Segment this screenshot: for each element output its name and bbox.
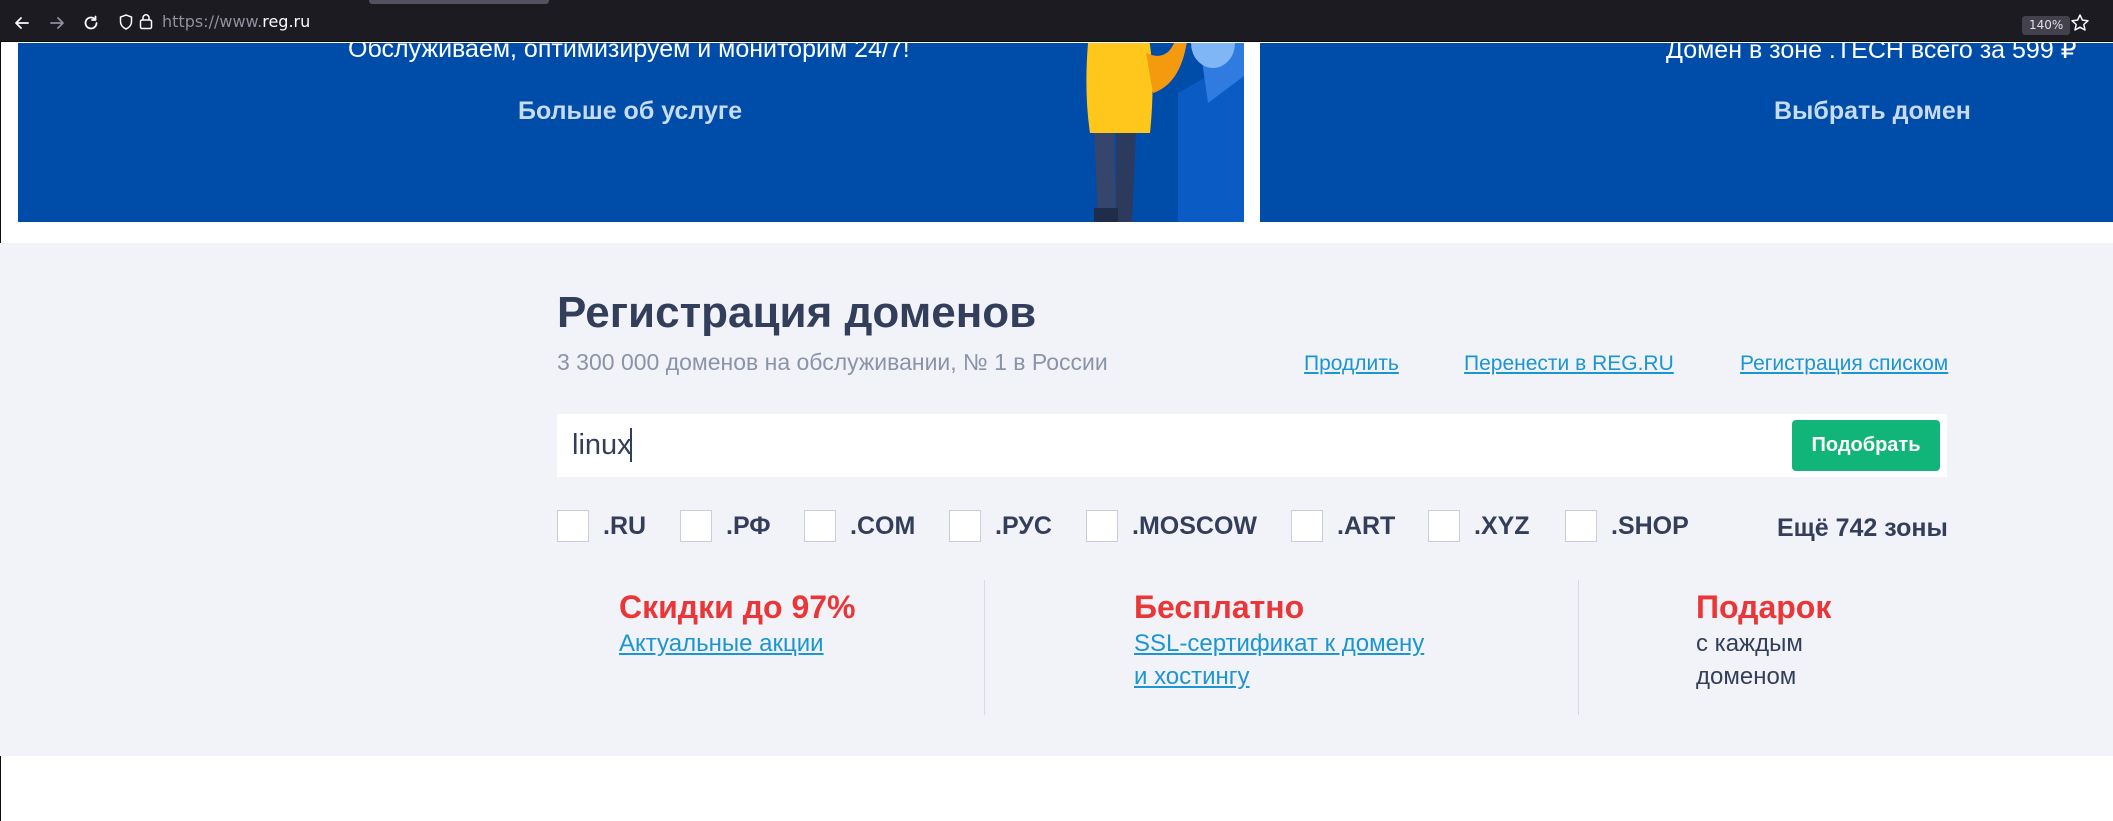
hero-right-tagline: Домен в зоне .TECH всего за 599 ₽ [1666,43,2077,64]
star-icon[interactable] [2070,13,2090,33]
checkbox[interactable] [680,510,712,542]
page-title: Регистрация доменов [557,288,1037,337]
checkbox[interactable] [557,510,589,542]
zone-label: .COM [850,511,916,540]
checkbox[interactable] [1428,510,1460,542]
bulk-registration-link[interactable]: Регистрация списком [1740,352,1948,376]
url-domain: reg.ru [262,12,311,31]
hero-left-tagline: Обслуживаем, оптимизируем и мониторим 24… [348,43,910,63]
gift-text-line2: доменом [1696,663,1797,690]
forward-arrow-icon [50,17,64,29]
domain-registration-section: Регистрация доменов 3 300 000 доменов на… [0,243,2113,756]
promo-divider [984,580,985,715]
zone-checkbox-moscow[interactable]: .MOSCOW [1086,510,1257,542]
text-caret [630,428,632,462]
url-text[interactable]: https://www.reg.ru [162,12,310,31]
hero-left-more-button[interactable]: Больше об услуге [518,97,742,126]
person-illustration [1086,43,1244,222]
url-prefix: https://www. [162,12,263,31]
domain-search-input[interactable] [572,422,1632,468]
checkbox[interactable] [949,510,981,542]
free-ssl-link[interactable]: SSL-сертификат к домену и хостингу [1134,627,1424,693]
reload-button[interactable] [80,12,102,34]
lock-icon[interactable] [139,13,153,30]
back-arrow-icon [15,17,29,29]
hero-right-choose-domain-button[interactable]: Выбрать домен [1774,97,1971,126]
free-title: Бесплатно [1134,589,1305,625]
current-promotions-link[interactable]: Актуальные акции [619,627,824,660]
checkbox[interactable] [1565,510,1597,542]
checkbox[interactable] [1086,510,1118,542]
discount-title: Скидки до 97% [619,589,856,625]
more-zones-link[interactable]: Ещё 742 зоны [1777,514,1948,543]
address-bar[interactable]: https://www.reg.ru [112,8,2102,36]
gift-text: с каждым доменом [1696,627,1803,693]
zone-label: .XYZ [1474,511,1530,540]
search-submit-button[interactable]: Подобрать [1792,420,1940,471]
back-button[interactable] [11,12,33,34]
transfer-link[interactable]: Перенести в REG.RU [1464,352,1674,376]
zone-checkbox-rus[interactable]: .РУС [949,510,1052,542]
free-ssl-link-line1: SSL-сертификат к домену [1134,630,1425,657]
zone-label: .MOSCOW [1132,511,1257,540]
domains-subtitle: 3 300 000 доменов на обслуживании, № 1 в… [557,349,1108,375]
zone-checkbox-rf[interactable]: .РФ [680,510,771,542]
zone-checkbox-art[interactable]: .ART [1291,510,1395,542]
zone-checkbox-shop[interactable]: .SHOP [1565,510,1689,542]
active-tab-indicator[interactable] [369,0,549,4]
checkbox[interactable] [1291,510,1323,542]
gift-text-line1: с каждым [1696,630,1803,657]
renew-link[interactable]: Продлить [1304,352,1399,376]
forward-button[interactable] [46,12,68,34]
free-ssl-link-line2: и хостингу [1134,663,1250,690]
domain-search-box: Подобрать [557,414,1947,477]
zone-label: .SHOP [1611,511,1689,540]
zoom-level-badge[interactable]: 140% [2022,16,2071,35]
zone-label: .ART [1337,511,1396,540]
browser-toolbar: https://www.reg.ru 140% [0,0,2113,42]
zone-checkbox-com[interactable]: .COM [804,510,915,542]
hero-banner-right: Домен в зоне .TECH всего за 599 ₽ Выбрат… [1260,43,2113,222]
hero-banner-left: Обслуживаем, оптимизируем и мониторим 24… [18,43,1244,222]
zone-label: .RU [603,511,647,540]
zone-checkbox-ru[interactable]: .RU [557,510,646,542]
shield-icon[interactable] [119,14,133,30]
promo-divider [1578,580,1579,715]
zone-label: .РУС [995,511,1052,540]
zone-label: .РФ [726,511,771,540]
reload-icon [84,15,98,30]
gift-title: Подарок [1696,589,1832,625]
checkbox[interactable] [804,510,836,542]
zone-checkbox-xyz[interactable]: .XYZ [1428,510,1530,542]
